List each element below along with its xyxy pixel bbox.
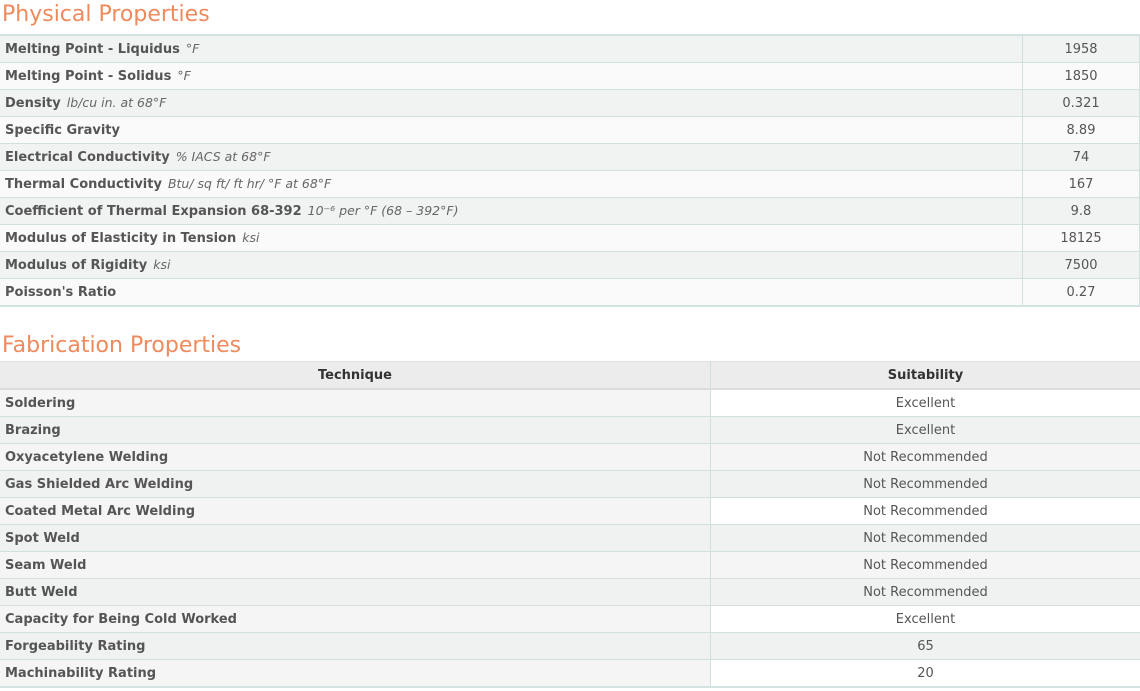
suitability-cell: Not Recommended bbox=[710, 551, 1140, 579]
technique-cell: Seam Weld bbox=[0, 551, 711, 579]
suitability-cell: Not Recommended bbox=[710, 524, 1140, 552]
property-unit: Btu/ sq ft/ ft hr/ °F at 68°F bbox=[167, 176, 332, 191]
table-row: Machinability Rating 20 bbox=[0, 659, 1140, 688]
property-name: Specific Gravity bbox=[5, 123, 120, 138]
property-unit: lb/cu in. at 68°F bbox=[66, 95, 167, 110]
physical-properties-table: Melting Point - Liquidus °F 1958 Melting P… bbox=[0, 34, 1140, 307]
fabrication-properties-table: Technique Suitability Soldering Excellent… bbox=[0, 361, 1140, 688]
property-value: 7500 bbox=[1022, 251, 1140, 279]
technique-cell: Spot Weld bbox=[0, 524, 711, 552]
table-row: Modulus of Elasticity in Tension ksi 18125 bbox=[0, 224, 1140, 252]
technique-cell: Coated Metal Arc Welding bbox=[0, 497, 711, 525]
property-value: 74 bbox=[1022, 143, 1140, 171]
technique-cell: Capacity for Being Cold Worked bbox=[0, 605, 711, 633]
technique-cell: Soldering bbox=[0, 389, 711, 417]
table-row: Soldering Excellent bbox=[0, 389, 1140, 417]
property-unit: 10⁻⁶ per °F (68 – 392°F) bbox=[307, 203, 459, 218]
property-value: 0.321 bbox=[1022, 89, 1140, 117]
property-name: Modulus of Rigidity bbox=[5, 258, 148, 273]
table-header-row: Technique Suitability bbox=[0, 361, 1140, 390]
table-row: Brazing Excellent bbox=[0, 416, 1140, 444]
property-name: Density bbox=[5, 96, 61, 111]
property-unit: ksi bbox=[242, 230, 260, 245]
suitability-cell: 65 bbox=[710, 632, 1140, 660]
suitability-cell: 20 bbox=[710, 659, 1140, 688]
table-row: Density lb/cu in. at 68°F 0.321 bbox=[0, 89, 1140, 117]
physical-properties-title: Physical Properties bbox=[2, 2, 210, 27]
table-row: Gas Shielded Arc Welding Not Recommended bbox=[0, 470, 1140, 498]
table-row: Thermal Conductivity Btu/ sq ft/ ft hr/ °… bbox=[0, 170, 1140, 198]
property-value: 167 bbox=[1022, 170, 1140, 198]
property-name: Modulus of Elasticity in Tension bbox=[5, 231, 237, 246]
suitability-cell: Not Recommended bbox=[710, 497, 1140, 525]
technique-cell: Forgeability Rating bbox=[0, 632, 711, 660]
property-value: 0.27 bbox=[1022, 278, 1140, 307]
property-name: Coefficient of Thermal Expansion 68-392 bbox=[5, 204, 302, 219]
technique-cell: Machinability Rating bbox=[0, 659, 711, 688]
suitability-cell: Excellent bbox=[710, 605, 1140, 633]
property-unit: °F bbox=[185, 41, 200, 56]
suitability-cell: Excellent bbox=[710, 389, 1140, 417]
property-value: 8.89 bbox=[1022, 116, 1140, 144]
table-row: Modulus of Rigidity ksi 7500 bbox=[0, 251, 1140, 279]
table-row: Capacity for Being Cold Worked Excellent bbox=[0, 605, 1140, 633]
property-unit: °F bbox=[177, 68, 191, 83]
technique-header[interactable]: Technique bbox=[0, 361, 711, 390]
table-row: Coated Metal Arc Welding Not Recommended bbox=[0, 497, 1140, 525]
technique-cell: Butt Weld bbox=[0, 578, 711, 606]
suitability-cell: Not Recommended bbox=[710, 470, 1140, 498]
table-row: Spot Weld Not Recommended bbox=[0, 524, 1140, 552]
property-value: 9.8 bbox=[1022, 197, 1140, 225]
table-row: Melting Point - Solidus °F 1850 bbox=[0, 62, 1140, 90]
property-name: Melting Point - Liquidus bbox=[5, 42, 180, 57]
suitability-header[interactable]: Suitability bbox=[710, 361, 1140, 390]
table-row: Butt Weld Not Recommended bbox=[0, 578, 1140, 606]
table-row: Seam Weld Not Recommended bbox=[0, 551, 1140, 579]
table-row: Melting Point - Liquidus °F 1958 bbox=[0, 35, 1140, 63]
property-value: 1958 bbox=[1022, 35, 1140, 63]
table-row: Specific Gravity 8.89 bbox=[0, 116, 1140, 144]
table-row: Electrical Conductivity % IACS at 68°F 74 bbox=[0, 143, 1140, 171]
property-name: Poisson's Ratio bbox=[5, 285, 117, 300]
fabrication-properties-title: Fabrication Properties bbox=[2, 333, 242, 358]
table-row: Coefficient of Thermal Expansion 68-392 1… bbox=[0, 197, 1140, 225]
table-row: Forgeability Rating 65 bbox=[0, 632, 1140, 660]
property-unit: ksi bbox=[153, 257, 171, 272]
table-row: Poisson's Ratio 0.27 bbox=[0, 278, 1140, 307]
technique-cell: Gas Shielded Arc Welding bbox=[0, 470, 711, 498]
technique-cell: Oxyacetylene Welding bbox=[0, 443, 711, 471]
suitability-cell: Excellent bbox=[710, 416, 1140, 444]
property-name: Thermal Conductivity bbox=[5, 177, 162, 192]
suitability-cell: Not Recommended bbox=[710, 578, 1140, 606]
suitability-cell: Not Recommended bbox=[710, 443, 1140, 471]
property-value: 18125 bbox=[1022, 224, 1140, 252]
property-name: Electrical Conductivity bbox=[5, 150, 170, 165]
technique-cell: Brazing bbox=[0, 416, 711, 444]
property-unit: % IACS at 68°F bbox=[175, 149, 271, 164]
table-row: Oxyacetylene Welding Not Recommended bbox=[0, 443, 1140, 471]
property-name: Melting Point - Solidus bbox=[5, 69, 172, 84]
property-value: 1850 bbox=[1022, 62, 1140, 90]
